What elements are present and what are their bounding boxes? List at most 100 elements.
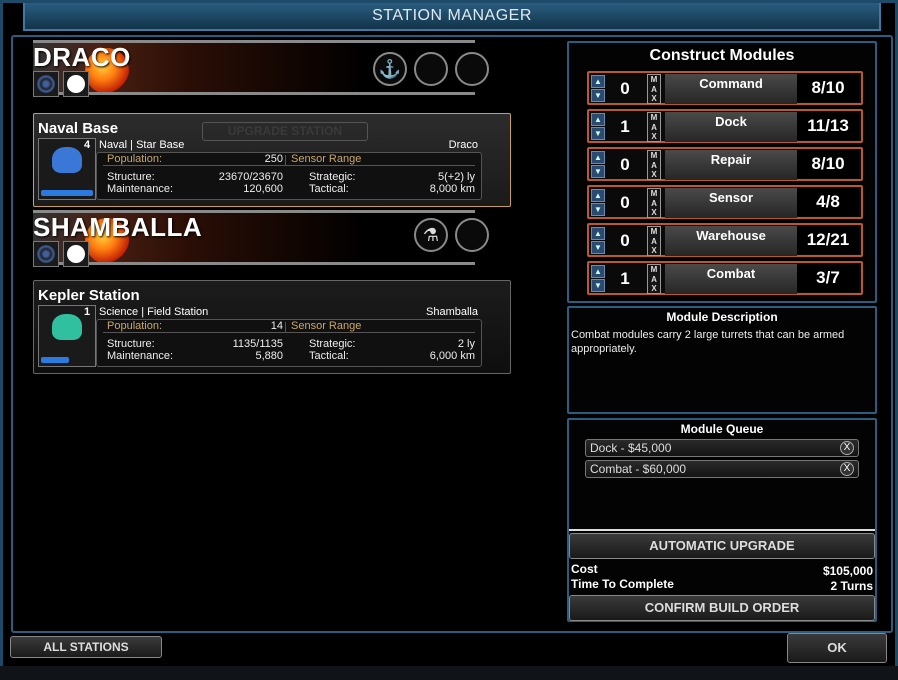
time-value: 2 Turns: [830, 579, 873, 593]
structure-value: 23670/23670: [218, 171, 283, 183]
automatic-upgrade-button[interactable]: AUTOMATIC UPGRADE: [569, 533, 875, 559]
empty-slot[interactable]: [455, 218, 489, 252]
cost-value: $105,000: [822, 564, 873, 578]
population-value: 14: [270, 320, 283, 332]
module-name: Dock: [665, 112, 797, 142]
increase-arrow-icon[interactable]: ▲: [591, 189, 605, 202]
module-name: Combat: [665, 264, 797, 294]
module-count: 0: [620, 231, 630, 250]
station-level: 1: [84, 306, 91, 318]
station-card-naval-base[interactable]: Naval Base UPGRADE STATION 4 Naval | Sta…: [33, 113, 511, 207]
module-count: 1: [620, 269, 630, 288]
increase-arrow-icon[interactable]: ▲: [591, 227, 605, 240]
module-name: Command: [665, 74, 797, 104]
module-capacity: 8/10: [797, 74, 859, 102]
decrease-arrow-icon[interactable]: ▼: [591, 89, 605, 102]
max-button[interactable]: MAX: [647, 188, 661, 218]
module-row-command[interactable]: ▲ ▼ 0 M A X Command 8/10: [587, 71, 863, 105]
module-row-warehouse[interactable]: ▲ ▼ 0 M A X Warehouse 12/21: [587, 223, 863, 257]
decrease-arrow-icon[interactable]: ▼: [591, 279, 605, 292]
station-location: Shamballa: [426, 306, 478, 318]
population-value: 250: [264, 153, 283, 165]
module-name: Warehouse: [665, 226, 797, 256]
strategic-value: 5(+2) ly: [438, 171, 475, 183]
planet-icon[interactable]: [63, 241, 89, 267]
max-button[interactable]: MAX: [647, 226, 661, 256]
module-row-combat[interactable]: ▲ ▼ 1 M A X Combat 3/7: [587, 261, 863, 295]
population-label: Population:: [107, 153, 163, 165]
module-description-panel: Module Description Combat modules carry …: [567, 306, 877, 414]
tactical-label: Tactical:: [309, 183, 349, 195]
flask-icon[interactable]: ⚗: [414, 218, 448, 252]
module-name: Sensor: [665, 188, 797, 218]
maintenance-value: 120,600: [243, 183, 283, 195]
stepper[interactable]: ▲ ▼: [591, 227, 605, 255]
module-count: 0: [620, 79, 630, 98]
window-title: STATION MANAGER: [372, 7, 532, 24]
module-capacity: 12/21: [797, 226, 859, 254]
stepper[interactable]: ▲ ▼: [591, 151, 605, 179]
module-row-dock[interactable]: ▲ ▼ 1 M A X Dock 11/13: [587, 109, 863, 143]
remove-icon[interactable]: X: [840, 462, 854, 476]
decrease-arrow-icon[interactable]: ▼: [591, 127, 605, 140]
empty-slot[interactable]: [455, 52, 489, 86]
max-button[interactable]: MAX: [647, 264, 661, 294]
stepper[interactable]: ▲ ▼: [591, 189, 605, 217]
planet-icon[interactable]: [63, 71, 89, 97]
module-row-sensor[interactable]: ▲ ▼ 0 M A X Sensor 4/8: [587, 185, 863, 219]
upgrade-station-button[interactable]: UPGRADE STATION: [202, 122, 368, 141]
module-description-title: Module Description: [666, 310, 778, 324]
module-count: 0: [620, 193, 630, 212]
module-capacity: 3/7: [797, 264, 859, 292]
station-name: Naval Base: [38, 120, 119, 137]
module-capacity: 4/8: [797, 188, 859, 216]
station-stats: Population: 14 Sensor Range Structure: 1…: [96, 319, 482, 367]
system-header-draco: DRACO ⚓: [33, 40, 489, 98]
maintenance-label: Maintenance:: [107, 350, 174, 362]
ok-button[interactable]: OK: [787, 633, 887, 663]
increase-arrow-icon[interactable]: ▲: [591, 265, 605, 278]
queue-item[interactable]: Dock - $45,000 X: [585, 439, 859, 457]
vortex-icon[interactable]: [33, 71, 59, 97]
stepper[interactable]: ▲ ▼: [591, 265, 605, 293]
max-button[interactable]: MAX: [647, 74, 661, 104]
confirm-build-order-button[interactable]: CONFIRM BUILD ORDER: [569, 595, 875, 621]
increase-arrow-icon[interactable]: ▲: [591, 75, 605, 88]
vortex-icon[interactable]: [33, 241, 59, 267]
stepper[interactable]: ▲ ▼: [591, 113, 605, 141]
station-card-kepler[interactable]: Kepler Station 1 Science | Field Station…: [33, 280, 511, 374]
module-queue-title: Module Queue: [680, 422, 764, 436]
time-label: Time To Complete: [571, 577, 674, 591]
increase-arrow-icon[interactable]: ▲: [591, 151, 605, 164]
science-ship-icon: [52, 314, 82, 340]
anchor-icon[interactable]: ⚓: [373, 52, 407, 86]
max-button[interactable]: MAX: [647, 112, 661, 142]
decrease-arrow-icon[interactable]: ▼: [591, 203, 605, 216]
construct-modules-panel: Construct Modules ▲ ▼ 0 M A X Command 8/10 ▲ ▼ 1 M A…: [567, 41, 877, 303]
queue-item-label: Combat - $60,000: [590, 462, 687, 476]
remove-icon[interactable]: X: [840, 441, 854, 455]
decrease-arrow-icon[interactable]: ▼: [591, 165, 605, 178]
naval-ship-icon: [52, 147, 82, 173]
increase-arrow-icon[interactable]: ▲: [591, 113, 605, 126]
all-stations-button[interactable]: ALL STATIONS: [10, 636, 162, 658]
system-header-shamballa: SHAMBALLA ⚗: [33, 210, 489, 268]
decrease-arrow-icon[interactable]: ▼: [591, 241, 605, 254]
module-row-repair[interactable]: ▲ ▼ 0 M A X Repair 8/10: [587, 147, 863, 181]
stepper[interactable]: ▲ ▼: [591, 75, 605, 103]
population-label: Population:: [107, 320, 163, 332]
module-capacity: 8/10: [797, 150, 859, 178]
queue-item[interactable]: Combat - $60,000 X: [585, 460, 859, 478]
max-button[interactable]: MAX: [647, 150, 661, 180]
empty-slot[interactable]: [414, 52, 448, 86]
station-stats: Population: 250 Sensor Range Structure: …: [96, 152, 482, 200]
cost-label: Cost: [571, 562, 598, 576]
station-level: 4: [84, 139, 91, 151]
structure-label: Structure:: [107, 338, 155, 350]
sensor-range-label: Sensor Range: [291, 320, 362, 332]
progress-bar: [41, 357, 69, 363]
strategic-value: 2 ly: [457, 338, 475, 350]
module-name: Repair: [665, 150, 797, 180]
tactical-value: 6,000 km: [429, 350, 475, 362]
station-name: Kepler Station: [38, 287, 140, 304]
